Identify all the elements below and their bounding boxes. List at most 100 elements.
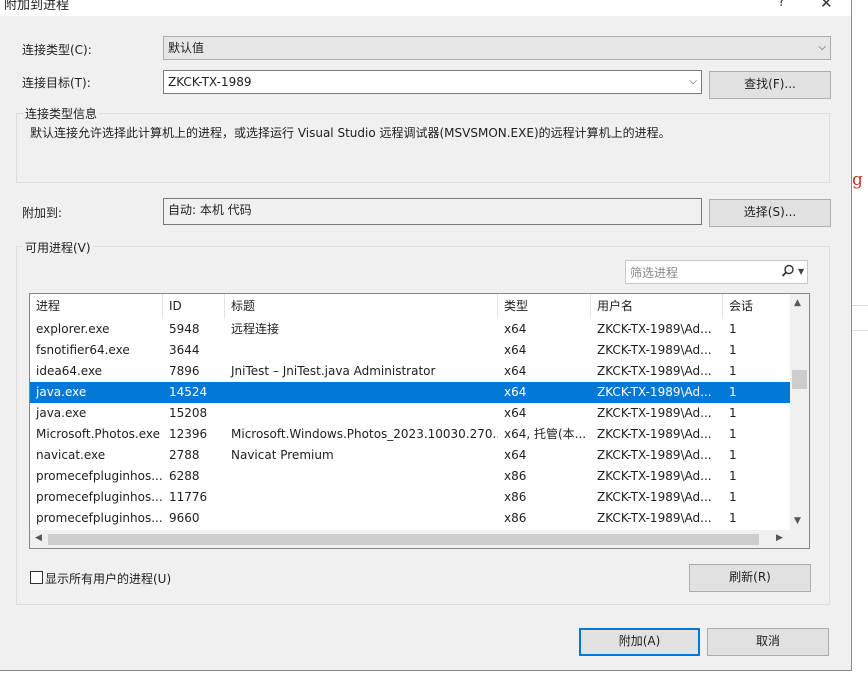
filter-processes-box[interactable]: ▼ <box>625 260 808 285</box>
chevron-down-icon[interactable]: ▼ <box>798 267 804 276</box>
cell-type: x64 <box>504 385 527 399</box>
find-button[interactable]: 查找(F)... <box>709 71 831 99</box>
cell-type: x86 <box>504 490 527 504</box>
vertical-scroll-thumb[interactable] <box>792 370 807 389</box>
cell-process: explorer.exe <box>36 322 110 336</box>
process-row[interactable]: promecefpluginhos... 6288 x86 ZKCK-TX-1989\… <box>30 466 790 487</box>
connection-target-value: ZKCK-TX-1989 <box>168 75 252 89</box>
process-row[interactable]: idea64.exe 7896 JniTest – JniTest.java Adm… <box>30 361 790 382</box>
scroll-down-icon[interactable]: ▼ <box>794 516 801 526</box>
cell-type: x64 <box>504 343 527 357</box>
attach-button[interactable]: 附加(A) <box>579 628 700 656</box>
horizontal-scroll-thumb[interactable] <box>48 534 759 545</box>
cell-type: x86 <box>504 469 527 483</box>
column-header-username[interactable]: 用户名 <box>591 294 723 319</box>
cell-session: 1 <box>729 511 737 525</box>
cell-id: 9660 <box>169 511 200 525</box>
scroll-up-icon[interactable]: ▲ <box>794 298 801 308</box>
title-bar[interactable]: 附加到进程 ? ✕ <box>0 0 851 16</box>
cell-process: java.exe <box>36 406 87 420</box>
cell-type: x64 <box>504 364 527 378</box>
cell-title: Navicat Premium <box>231 448 334 462</box>
cell-session: 1 <box>729 406 737 420</box>
cell-title <box>225 508 498 529</box>
process-row[interactable]: promecefpluginhos... 9660 x86 ZKCK-TX-1989\… <box>30 508 790 529</box>
cell-process: navicat.exe <box>36 448 106 462</box>
attach-to-label: 附加到: <box>22 206 63 220</box>
cell-title <box>225 487 498 508</box>
cell-session: 1 <box>729 469 737 483</box>
column-header-session[interactable]: 会话 <box>723 294 790 319</box>
cell-type: x64 <box>504 406 527 420</box>
cell-username: ZKCK-TX-1989\Ad... <box>597 448 712 462</box>
cell-type: x64 <box>504 448 527 462</box>
close-button[interactable]: ✕ <box>820 0 833 12</box>
available-processes-caption: 可用进程(V) <box>23 239 93 256</box>
cell-process: fsnotifier64.exe <box>36 343 130 357</box>
cell-id: 11776 <box>169 490 208 504</box>
show-all-users-checkbox[interactable] <box>30 571 43 584</box>
help-button[interactable]: ? <box>778 0 785 10</box>
cancel-button[interactable]: 取消 <box>707 628 829 656</box>
connection-info-caption: 连接类型信息 <box>23 105 100 122</box>
cell-session: 1 <box>729 490 737 504</box>
scrollbar-corner <box>790 530 809 548</box>
refresh-button[interactable]: 刷新(R) <box>689 564 811 592</box>
cell-id: 12396 <box>169 427 208 441</box>
cell-process: promecefpluginhos... <box>36 511 163 525</box>
process-list[interactable]: 进程 ID 标题 类型 用户名 会话 explorer.exe 5948 远程连接 x… <box>29 293 810 549</box>
process-row[interactable]: explorer.exe 5948 远程连接 x64 ZKCK-TX-1989\Ad..… <box>30 319 790 340</box>
cell-username: ZKCK-TX-1989\Ad... <box>597 385 712 399</box>
connection-info-text: 默认连接允许选择此计算机上的进程，或选择运行 Visual Studio 远程调… <box>30 126 671 140</box>
background-window-fragment: g <box>852 170 863 190</box>
cell-title: JniTest – JniTest.java Administrator <box>231 364 436 378</box>
column-header-process[interactable]: 进程 <box>30 294 163 319</box>
cell-type: x86 <box>504 511 527 525</box>
cell-process: java.exe <box>36 385 87 399</box>
scroll-right-icon[interactable]: ▶ <box>776 533 783 543</box>
cell-session: 1 <box>729 364 737 378</box>
attach-to-field: 自动: 本机 代码 <box>163 198 702 225</box>
cell-username: ZKCK-TX-1989\Ad... <box>597 406 712 420</box>
filter-processes-input[interactable] <box>626 261 782 285</box>
process-list-header: 进程 ID 标题 类型 用户名 会话 <box>30 294 790 319</box>
cell-username: ZKCK-TX-1989\Ad... <box>597 469 712 483</box>
cell-id: 6288 <box>169 469 200 483</box>
process-row[interactable]: fsnotifier64.exe 3644 x64 ZKCK-TX-1989\Ad..… <box>30 340 790 361</box>
vertical-scrollbar[interactable]: ▲ ▼ <box>790 294 809 530</box>
show-all-users-label[interactable]: 显示所有用户的进程(U) <box>45 570 171 587</box>
cell-title <box>225 340 498 361</box>
cell-username: ZKCK-TX-1989\Ad... <box>597 427 712 441</box>
column-header-type[interactable]: 类型 <box>498 294 591 319</box>
cell-id: 2788 <box>169 448 200 462</box>
horizontal-scrollbar[interactable]: ◀ ▶ <box>30 530 790 548</box>
cell-session: 1 <box>729 385 737 399</box>
cell-id: 7896 <box>169 364 200 378</box>
cell-session: 1 <box>729 427 737 441</box>
cell-title <box>225 466 498 487</box>
select-code-type-button[interactable]: 选择(S)... <box>709 199 831 227</box>
cell-session: 1 <box>729 343 737 357</box>
cell-process: promecefpluginhos... <box>36 490 163 504</box>
process-row[interactable]: java.exe 14524 x64 ZKCK-TX-1989\Ad... 1 <box>30 382 790 403</box>
search-icon[interactable] <box>781 264 795 278</box>
cell-title: 远程连接 <box>231 322 280 336</box>
connection-target-combo[interactable]: ZKCK-TX-1989 ⌵ <box>163 70 702 94</box>
process-row[interactable]: promecefpluginhos... 11776 x86 ZKCK-TX-1989… <box>30 487 790 508</box>
process-row[interactable]: Microsoft.Photos.exe 12396 Microsoft.Windo… <box>30 424 790 445</box>
column-header-id[interactable]: ID <box>163 294 225 319</box>
background-divider <box>852 305 868 306</box>
background-divider <box>852 330 868 331</box>
cell-process: promecefpluginhos... <box>36 469 163 483</box>
process-row[interactable]: navicat.exe 2788 Navicat Premium x64 ZKCK-TX… <box>30 445 790 466</box>
cell-username: ZKCK-TX-1989\Ad... <box>597 322 712 336</box>
scroll-left-icon[interactable]: ◀ <box>35 533 42 543</box>
cell-session: 1 <box>729 322 737 336</box>
connection-type-value: 默认值 <box>168 41 205 55</box>
process-row[interactable]: java.exe 15208 x64 ZKCK-TX-1989\Ad... 1 <box>30 403 790 424</box>
cell-type: x64, 托管(本... <box>504 427 587 441</box>
connection-target-label: 连接目标(T): <box>22 76 91 90</box>
cell-session: 1 <box>729 448 737 462</box>
connection-type-combo[interactable]: 默认值 ⌵ <box>163 36 831 60</box>
column-header-title[interactable]: 标题 <box>225 294 498 319</box>
